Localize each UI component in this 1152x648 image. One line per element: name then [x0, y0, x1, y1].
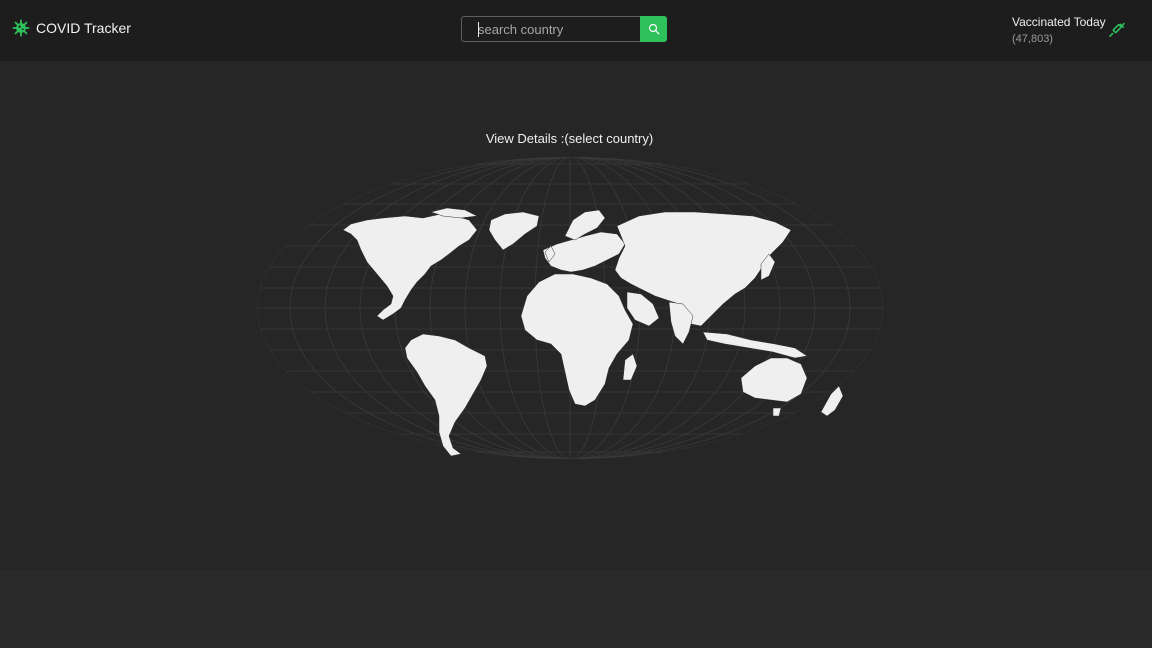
app-title: COVID Tracker	[36, 20, 131, 36]
vaccinated-title: Vaccinated Today	[1012, 15, 1106, 29]
madagascar[interactable]	[622, 353, 638, 381]
southeast-asia-islands[interactable]	[702, 331, 808, 359]
text-caret	[478, 22, 479, 37]
australia[interactable]	[740, 357, 808, 403]
arabian-peninsula[interactable]	[626, 291, 660, 327]
search-box	[461, 16, 667, 42]
view-details-label: View Details :(select country)	[485, 131, 654, 146]
search-input[interactable]	[462, 17, 642, 41]
search-icon	[648, 23, 660, 35]
south-america[interactable]	[404, 333, 488, 457]
search-button[interactable]	[640, 16, 667, 42]
africa[interactable]	[520, 273, 634, 407]
top-bar: COVID Tracker Vaccinated Today (47,803)	[0, 0, 1152, 61]
syringe-icon[interactable]	[1108, 21, 1126, 39]
brand[interactable]: COVID Tracker	[12, 19, 131, 37]
tasmania[interactable]	[772, 407, 782, 417]
vaccinated-today: Vaccinated Today (47,803)	[1012, 15, 1106, 46]
vaccinated-count: (47,803)	[1012, 33, 1053, 45]
virus-icon	[12, 19, 30, 37]
greenland[interactable]	[488, 211, 540, 251]
world-map[interactable]	[255, 154, 885, 462]
europe[interactable]	[542, 231, 626, 273]
